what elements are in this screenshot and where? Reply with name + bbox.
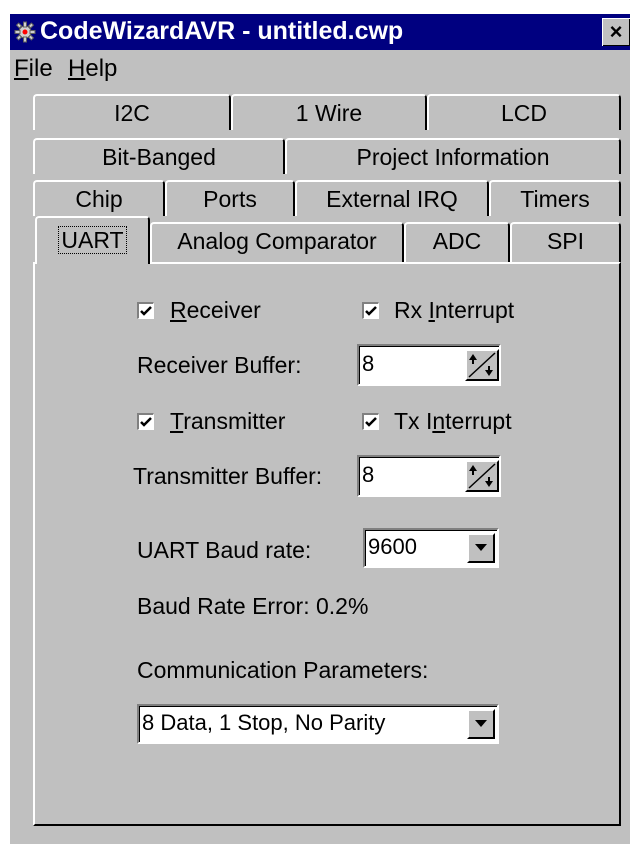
chevron-down-icon <box>475 544 487 551</box>
tab-label: I2C <box>114 100 150 126</box>
check-icon <box>365 417 377 427</box>
spin-arrows-icon <box>468 352 496 378</box>
spin-arrows-icon <box>468 463 496 489</box>
receiver-accel: R <box>170 297 187 323</box>
window-title: CodeWizardAVR - untitled.cwp <box>40 17 404 45</box>
rx-interrupt-text: nterrupt <box>434 297 515 323</box>
menu-file-accel: F <box>14 55 29 82</box>
transmitter-buffer-spinner[interactable] <box>465 460 499 492</box>
check-icon <box>140 306 152 316</box>
tab-bit-banged[interactable]: Bit-Banged <box>33 138 285 174</box>
tab-label: Bit-Banged <box>102 144 216 170</box>
tx-interrupt-checkbox[interactable] <box>362 413 379 430</box>
tx-interrupt-prefix: Tx I <box>394 408 433 434</box>
receiver-buffer-label: Receiver Buffer: <box>137 352 302 378</box>
rx-interrupt-checkbox[interactable] <box>362 302 379 319</box>
close-icon: × <box>609 19 623 44</box>
tab-timers[interactable]: Timers <box>489 180 621 216</box>
tab-label: Timers <box>520 186 590 212</box>
tab-chip[interactable]: Chip <box>33 180 165 216</box>
menu-help-label: elp <box>85 55 118 82</box>
tab-uart[interactable]: UART <box>35 216 150 264</box>
transmitter-label[interactable]: Transmitter <box>170 407 285 435</box>
baud-rate-select[interactable]: 9600 <box>363 528 499 568</box>
transmitter-buffer-value: 8 <box>362 462 375 487</box>
tab-label: ADC <box>432 228 482 254</box>
menu-file-label: ile <box>28 55 53 82</box>
tab-spi[interactable]: SPI <box>510 222 621 262</box>
tab-label: Project Information <box>356 144 550 170</box>
baud-rate-label: UART Baud rate: <box>137 537 312 563</box>
tab-analog-comparator[interactable]: Analog Comparator <box>150 222 404 262</box>
communication-parameters-dropdown-button[interactable] <box>467 709 495 739</box>
tab-label: UART <box>58 226 127 254</box>
menu-file[interactable]: File <box>14 54 53 84</box>
receiver-text: eceiver <box>186 297 261 323</box>
tab-lcd[interactable]: LCD <box>427 94 621 130</box>
rx-interrupt-prefix: Rx <box>394 297 429 323</box>
communication-parameters-select[interactable]: 8 Data, 1 Stop, No Parity <box>137 704 499 744</box>
title-bar[interactable]: CodeWizardAVR - untitled.cwp × <box>10 14 630 50</box>
transmitter-text: ransmitter <box>183 408 286 434</box>
transmitter-accel: T <box>170 408 184 434</box>
tx-interrupt-accel: n <box>432 408 446 434</box>
tab-label: Chip <box>75 186 123 212</box>
tx-interrupt-text: terrupt <box>445 408 512 434</box>
tab-adc[interactable]: ADC <box>404 222 510 262</box>
baud-rate-dropdown-button[interactable] <box>467 533 495 563</box>
tab-label: Analog Comparator <box>177 228 377 254</box>
check-icon <box>140 417 152 427</box>
chevron-down-icon <box>475 720 487 727</box>
gear-icon <box>14 21 36 43</box>
tab-ports[interactable]: Ports <box>165 180 295 216</box>
transmitter-buffer-label: Transmitter Buffer: <box>133 463 323 489</box>
receiver-buffer-field[interactable]: 8 <box>357 344 501 386</box>
tab-external-irq[interactable]: External IRQ <box>295 180 489 216</box>
menu-help-accel: H <box>68 55 86 82</box>
rx-interrupt-label[interactable]: Rx Interrupt <box>394 296 514 324</box>
tab-label: SPI <box>546 228 585 254</box>
baud-rate-value: 9600 <box>368 534 417 559</box>
communication-parameters-label: Communication Parameters: <box>137 657 429 683</box>
receiver-checkbox[interactable] <box>137 302 154 319</box>
tab-1-wire[interactable]: 1 Wire <box>231 94 427 130</box>
communication-parameters-value: 8 Data, 1 Stop, No Parity <box>142 710 386 735</box>
check-icon <box>365 306 377 316</box>
tab-label: External IRQ <box>326 186 458 212</box>
tab-i2c[interactable]: I2C <box>33 94 231 130</box>
menu-help[interactable]: Help <box>68 54 117 84</box>
receiver-buffer-value: 8 <box>362 351 375 376</box>
tab-project-information[interactable]: Project Information <box>285 138 621 174</box>
transmitter-buffer-field[interactable]: 8 <box>357 455 501 497</box>
transmitter-checkbox[interactable] <box>137 413 154 430</box>
tab-label: LCD <box>500 100 547 126</box>
tx-interrupt-label[interactable]: Tx Interrupt <box>394 407 512 435</box>
tab-label: 1 Wire <box>295 100 363 126</box>
receiver-label[interactable]: Receiver <box>170 296 261 324</box>
tab-label: Ports <box>203 186 257 212</box>
close-button[interactable]: × <box>602 18 630 46</box>
baud-rate-error: Baud Rate Error: 0.2% <box>137 593 369 619</box>
receiver-buffer-spinner[interactable] <box>465 349 499 381</box>
